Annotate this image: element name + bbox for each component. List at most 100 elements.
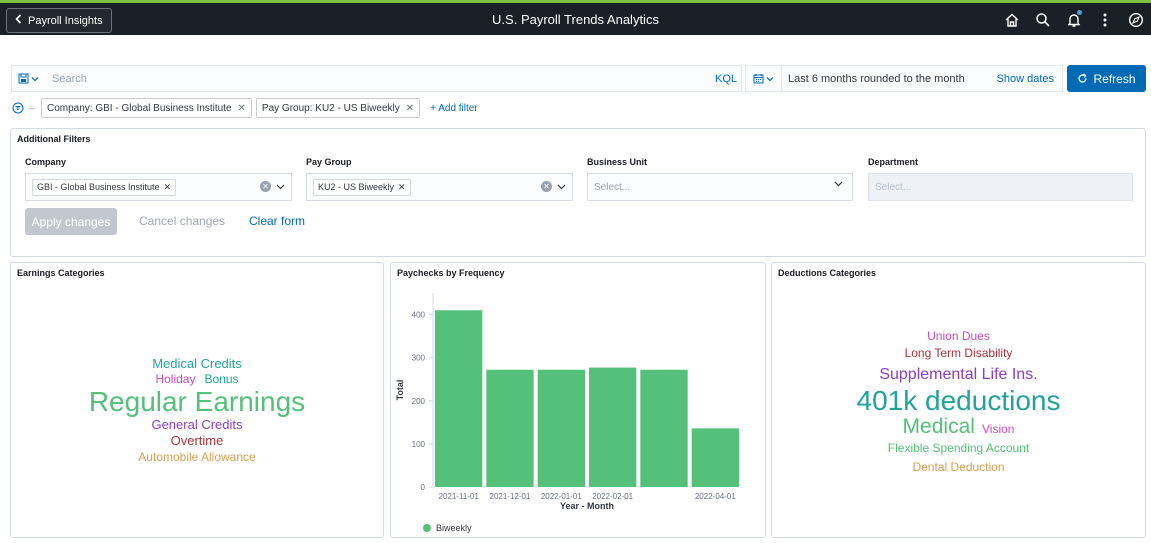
word-cloud-term[interactable]: Bonus (205, 372, 239, 386)
x-tick-label: 2021-12-01 (490, 492, 531, 501)
y-tick-label: 0 (421, 483, 426, 492)
x-tick-label: 2022-04-01 (695, 492, 736, 501)
x-axis-title: Year - Month (560, 501, 614, 511)
business-unit-label: Business Unit (587, 157, 648, 167)
word-cloud-row: Holiday Bonus (11, 373, 383, 386)
deductions-categories-panel: Deductions Categories Union Dues Long Te… (771, 262, 1146, 538)
saved-query-menu[interactable] (12, 73, 44, 84)
filter-pill-company[interactable]: Company: GBI - Global Business Institute… (41, 98, 252, 118)
clear-icon[interactable]: ✕ (541, 181, 552, 192)
department-label: Department (868, 157, 919, 167)
filter-pill-label: Pay Group: KU2 - US Biweekly (261, 102, 400, 114)
y-tick-label: 100 (412, 440, 426, 449)
search-input[interactable] (44, 66, 711, 91)
home-icon[interactable] (996, 9, 1027, 31)
compass-icon[interactable] (1120, 9, 1151, 31)
bar[interactable] (537, 369, 585, 487)
word-cloud-term[interactable]: Long Term Disability (772, 347, 1145, 359)
remove-filter-icon[interactable]: ✕ (238, 103, 246, 114)
bar[interactable] (640, 369, 688, 487)
business-unit-placeholder: Select... (594, 181, 631, 193)
bar[interactable] (589, 367, 637, 487)
x-tick-label: 2021-11-01 (439, 492, 480, 501)
add-filter-button[interactable]: + Add filter (424, 103, 478, 114)
show-dates-link[interactable]: Show dates (997, 73, 1062, 85)
chevron-down-icon[interactable] (276, 184, 285, 190)
more-icon[interactable] (1089, 9, 1120, 31)
search-icon[interactable] (1027, 9, 1058, 31)
word-cloud-term[interactable]: Regular Earnings (11, 388, 383, 416)
remove-chip-icon[interactable]: ✕ (398, 182, 406, 193)
word-cloud-term[interactable]: Union Dues (772, 330, 1145, 342)
word-cloud-term[interactable]: Holiday (155, 372, 195, 386)
apply-changes-button[interactable]: Apply changes (25, 208, 117, 235)
company-label: Company (25, 157, 67, 167)
filter-bar: Company: GBI - Global Business Institute… (11, 98, 478, 118)
paychecks-bar-chart: 0 100 200 300 400 2021-11-01 2021-12-01 2022-01… (395, 293, 739, 511)
word-cloud-term[interactable]: Medical (903, 415, 975, 438)
word-cloud-term[interactable]: Flexible Spending Account (772, 442, 1145, 454)
calendar-icon (753, 74, 764, 84)
divider (29, 107, 35, 109)
pay-group-chip-label: KU2 - US Biweekly (318, 182, 395, 192)
word-cloud-term[interactable]: Dental Deduction (772, 461, 1145, 473)
chevron-down-icon (766, 76, 774, 81)
date-range-text[interactable]: Last 6 months rounded to the month (782, 73, 997, 85)
paychecks-by-frequency-panel: Paychecks by Frequency 0 100 200 300 400 2021… (390, 262, 766, 538)
chevron-down-icon[interactable] (557, 184, 566, 190)
clear-icon[interactable]: ✕ (260, 181, 271, 192)
date-picker: Last 6 months rounded to the month Show … (745, 65, 1063, 92)
y-tick-label: 200 (412, 397, 426, 406)
panel-title: Earnings Categories (17, 268, 105, 278)
word-cloud-term[interactable]: Automobile Allowance (11, 451, 383, 463)
page-title: U.S. Payroll Trends Analytics (492, 12, 659, 27)
department-placeholder: Select... (875, 181, 912, 193)
pay-group-chip: KU2 - US Biweekly ✕ (313, 178, 411, 196)
pay-group-label: Pay Group (306, 157, 352, 167)
business-unit-combobox[interactable]: Select... (587, 173, 853, 201)
company-chip: GBI - Global Business Institute ✕ (32, 178, 177, 196)
company-chip-label: GBI - Global Business Institute (37, 182, 160, 192)
y-tick-label: 300 (412, 354, 426, 363)
x-tick-label: 2022-02-01 (592, 492, 633, 501)
x-tick-label: 2022-01-01 (541, 492, 582, 501)
bar[interactable] (435, 310, 483, 487)
word-cloud-term[interactable]: Medical Credits (11, 357, 383, 370)
y-tick-label: 400 (412, 311, 426, 320)
additional-filters-panel: Additional Filters Company GBI - Global … (10, 128, 1146, 257)
legend-swatch (423, 524, 431, 532)
word-cloud-term[interactable]: General Credits (11, 418, 383, 431)
query-language-toggle[interactable]: KQL (711, 73, 741, 85)
remove-chip-icon[interactable]: ✕ (164, 182, 172, 193)
query-bar: KQL (11, 65, 742, 92)
refresh-button-label: Refresh (1093, 71, 1136, 86)
notification-badge (1077, 10, 1082, 15)
notification-icon[interactable] (1058, 9, 1089, 31)
clear-form-button[interactable]: Clear form (249, 214, 305, 228)
refresh-icon (1078, 73, 1088, 83)
earnings-categories-panel: Earnings Categories Medical Credits Holi… (10, 262, 384, 538)
filter-pill-pay-group[interactable]: Pay Group: KU2 - US Biweekly ✕ (255, 98, 421, 118)
chevron-down-icon (31, 76, 38, 81)
filter-menu-icon[interactable] (11, 101, 25, 115)
save-icon (18, 73, 28, 84)
refresh-button[interactable]: Refresh (1067, 65, 1146, 92)
chevron-down-icon[interactable] (834, 181, 843, 187)
company-combobox[interactable]: GBI - Global Business Institute ✕ ✕ (25, 173, 292, 201)
cancel-changes-button[interactable]: Cancel changes (139, 214, 225, 228)
word-cloud-term[interactable]: Vision (982, 422, 1014, 436)
department-combobox: Select... (868, 173, 1133, 201)
panel-title: Deductions Categories (778, 268, 877, 278)
filter-pill-label: Company: GBI - Global Business Institute (47, 102, 232, 114)
bar[interactable] (486, 369, 534, 487)
top-bar: Payroll Insights U.S. Payroll Trends Ana… (0, 0, 1151, 35)
chart-legend[interactable]: Biweekly (423, 523, 472, 533)
bar[interactable] (691, 428, 739, 487)
quick-date-menu[interactable] (746, 66, 782, 91)
word-cloud-term[interactable]: Supplemental Life Ins. (772, 367, 1145, 383)
word-cloud-term[interactable]: 401k deductions (772, 387, 1145, 415)
remove-filter-icon[interactable]: ✕ (406, 103, 414, 114)
word-cloud-term[interactable]: Overtime (11, 434, 383, 447)
pay-group-combobox[interactable]: KU2 - US Biweekly ✕ ✕ (306, 173, 573, 201)
y-axis-title: Total (395, 380, 405, 401)
